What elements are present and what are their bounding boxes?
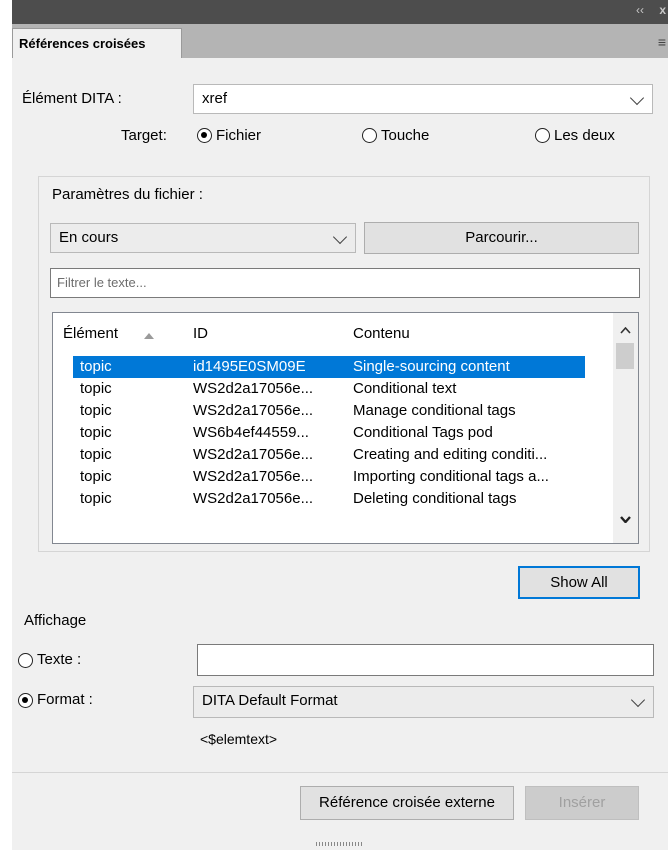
scroll-up-icon[interactable] [620,327,631,334]
cell-id: WS2d2a17056e... [193,380,314,397]
column-header-element[interactable]: Élément [63,325,118,342]
dita-element-select[interactable]: xref [193,84,653,114]
cell-element: topic [80,402,112,419]
cell-content: Creating and editing conditi... [353,446,548,463]
chevron-down-icon [630,692,646,708]
table-row[interactable]: topic WS6b4ef44559... Conditional Tags p… [73,422,585,444]
cell-id: WS2d2a17056e... [193,446,314,463]
display-title: Affichage [24,612,87,629]
filter-input[interactable]: Filtrer le texte... [50,268,640,298]
scrollbar-thumb[interactable] [616,343,634,369]
insert-button[interactable]: Insérer [525,786,639,820]
list-scrollbar[interactable] [613,313,638,543]
cell-element: topic [80,468,112,485]
table-row[interactable]: topic id1495E0SM09E Single-sourcing cont… [73,356,585,378]
scroll-down-icon[interactable] [620,516,631,523]
format-value: DITA Default Format [202,692,338,709]
radio-text[interactable] [18,653,33,668]
element-list[interactable]: Élément ID Contenu topic id1495E0SM09E S… [52,312,639,544]
filter-placeholder: Filtrer le texte... [57,275,147,290]
radio-format[interactable] [18,693,33,708]
chevron-down-icon [332,229,348,245]
table-row[interactable]: topic WS2d2a17056e... Importing conditio… [73,466,585,488]
cell-id: WS2d2a17056e... [193,402,314,419]
cell-content: Conditional Tags pod [353,424,493,441]
file-params-title: Paramètres du fichier : [52,186,203,203]
table-row[interactable]: topic WS2d2a17056e... Creating and editi… [73,444,585,466]
resize-grip-icon[interactable] [316,842,364,846]
cell-content: Single-sourcing content [353,358,510,375]
panel-menu-icon[interactable]: ≡ [658,34,666,50]
cell-id: WS2d2a17056e... [193,468,314,485]
format-hint: <$elemtext> [200,731,278,747]
cell-id: id1495E0SM09E [193,358,306,375]
panel-title-bar: ‹‹ x [12,0,668,24]
chevron-down-icon [629,90,645,106]
cell-content: Deleting conditional tags [353,490,517,507]
target-label: Target: [121,127,167,144]
close-icon[interactable]: x [659,3,666,17]
cell-element: topic [80,446,112,463]
column-header-id[interactable]: ID [193,325,208,342]
tab-cross-references[interactable]: Références croisées [12,28,182,58]
show-all-button[interactable]: Show All [518,566,640,599]
cell-element: topic [80,358,112,375]
external-reference-button[interactable]: Référence croisée externe [300,786,514,820]
tab-label: Références croisées [19,36,146,51]
column-header-content[interactable]: Contenu [353,325,410,342]
cell-element: topic [80,490,112,507]
radio-fichier[interactable] [197,128,212,143]
collapse-icon[interactable]: ‹‹ [636,3,644,17]
radio-les-deux[interactable] [535,128,550,143]
table-row[interactable]: topic WS2d2a17056e... Deleting condition… [73,488,585,510]
radio-text-label[interactable]: Texte : [37,651,81,668]
cell-element: topic [80,424,112,441]
table-row[interactable]: topic WS2d2a17056e... Manage conditional… [73,400,585,422]
cell-element: topic [80,380,112,397]
file-source-value: En cours [59,229,119,246]
radio-les-deux-label[interactable]: Les deux [554,127,615,144]
text-input[interactable] [197,644,654,676]
footer-divider [12,772,668,773]
browse-button[interactable]: Parcourir... [364,222,639,254]
radio-touche-label[interactable]: Touche [381,127,429,144]
table-row[interactable]: topic WS2d2a17056e... Conditional text [73,378,585,400]
cell-content: Manage conditional tags [353,402,516,419]
radio-format-label[interactable]: Format : [37,691,93,708]
cell-id: WS6b4ef44559... [193,424,309,441]
radio-fichier-label[interactable]: Fichier [216,127,261,144]
sort-ascending-icon [144,333,154,339]
radio-touche[interactable] [362,128,377,143]
file-source-select[interactable]: En cours [50,223,356,253]
format-select[interactable]: DITA Default Format [193,686,654,718]
cell-id: WS2d2a17056e... [193,490,314,507]
dita-element-label: Élément DITA : [22,90,122,107]
dita-element-value: xref [202,90,228,107]
cell-content: Importing conditional tags a... [353,468,549,485]
cell-content: Conditional text [353,380,457,397]
